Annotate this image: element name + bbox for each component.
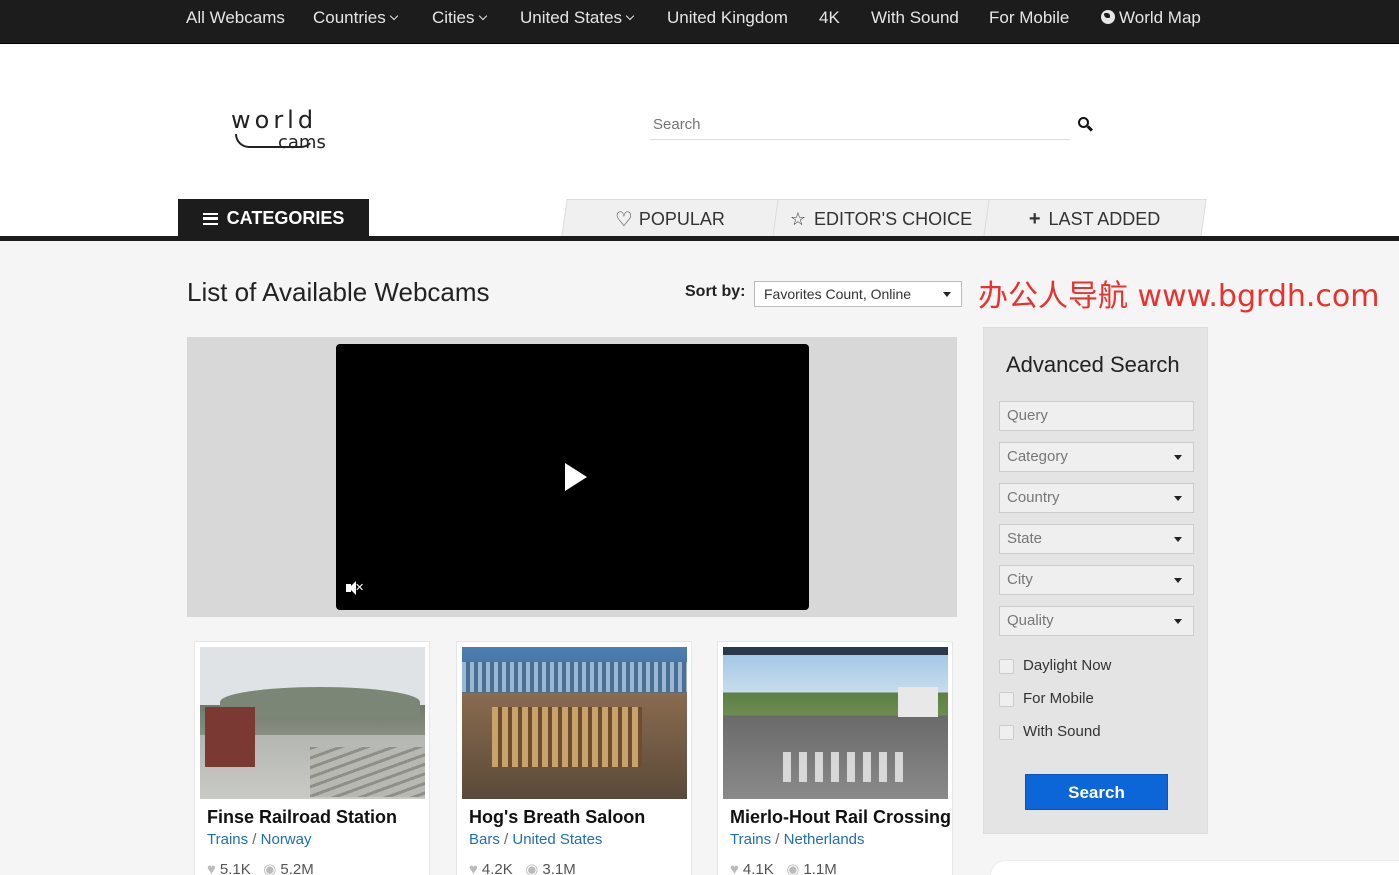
chevron-down-icon xyxy=(478,11,487,21)
advanced-search-title: Advanced Search xyxy=(1006,352,1180,377)
chevron-down-icon xyxy=(625,11,635,21)
webcam-title[interactable]: Hog's Breath Saloon xyxy=(469,807,645,828)
bottom-panel-edge xyxy=(990,860,1399,875)
state-select[interactable]: State xyxy=(999,524,1194,554)
plus-icon: + xyxy=(1029,208,1041,230)
category-link[interactable]: Bars xyxy=(469,831,500,848)
advanced-search-panel: Advanced Search Query Category Country S… xyxy=(983,327,1208,834)
sort-select[interactable]: Favorites Count, Online xyxy=(754,281,962,307)
search-bar xyxy=(650,110,1070,140)
watermark-text: 办公人导航 www.bgrdh.com xyxy=(978,279,1380,314)
webcam-stats: ♥ 4.2K ◉ 3.1M xyxy=(469,860,576,875)
chevron-down-icon xyxy=(389,11,399,21)
site-logo[interactable]: world cams xyxy=(230,100,330,156)
caret-down-icon xyxy=(1174,537,1182,542)
city-select[interactable]: City xyxy=(999,565,1194,595)
webcam-thumbnail[interactable] xyxy=(462,647,687,799)
webcam-card[interactable]: Mierlo-Hout Rail Crossing Trains / Nethe… xyxy=(717,641,953,875)
category-link[interactable]: Trains xyxy=(207,831,248,848)
menu-icon xyxy=(202,213,218,225)
category-select[interactable]: Category xyxy=(999,442,1194,472)
caret-down-icon xyxy=(1174,455,1182,460)
webcam-stats: ♥ 5.1K ◉ 5.2M xyxy=(207,860,314,875)
webcam-thumbnail[interactable] xyxy=(200,647,425,799)
nav-world-map[interactable]: World Map xyxy=(1101,0,1201,36)
query-input[interactable]: Query xyxy=(999,401,1194,431)
webcam-card[interactable]: Hog's Breath Saloon Bars / United States… xyxy=(456,641,692,875)
webcam-meta: Trains / Norway xyxy=(207,831,312,848)
tab-last-added[interactable]: + LAST ADDED xyxy=(983,199,1207,237)
sort-label: Sort by: xyxy=(685,283,746,300)
caret-down-icon xyxy=(1174,619,1182,624)
categories-button[interactable]: CATEGORIES xyxy=(178,199,369,237)
webcam-title[interactable]: Finse Railroad Station xyxy=(207,807,397,828)
play-icon[interactable] xyxy=(565,463,587,491)
star-icon: ☆ xyxy=(789,209,806,229)
quality-select[interactable]: Quality xyxy=(999,606,1194,636)
webcam-thumbnail[interactable] xyxy=(723,647,948,799)
nav-united-kingdom[interactable]: United Kingdom xyxy=(667,0,788,36)
country-link[interactable]: Norway xyxy=(261,831,312,848)
top-navigation: All Webcams Countries Cities United Stat… xyxy=(0,0,1399,44)
advanced-search-button[interactable]: Search xyxy=(1025,774,1168,810)
eye-icon: ◉ xyxy=(786,861,800,875)
tab-popular[interactable]: POPULAR xyxy=(561,199,779,237)
search-input[interactable] xyxy=(650,110,1050,138)
country-link[interactable]: United States xyxy=(512,831,602,848)
logo-text-world: world xyxy=(230,106,319,134)
page-title: List of Available Webcams xyxy=(187,277,490,307)
heart-icon: ♥ xyxy=(207,861,216,875)
eye-icon: ◉ xyxy=(525,861,539,875)
nav-all-webcams[interactable]: All Webcams xyxy=(186,0,285,36)
category-link[interactable]: Trains xyxy=(730,831,771,848)
heart-icon: ♥ xyxy=(730,861,739,875)
tab-editors-choice[interactable]: ☆ EDITOR'S CHOICE xyxy=(772,199,990,237)
heart-icon: ♥ xyxy=(469,861,478,875)
mute-icon[interactable]: ✕ xyxy=(345,580,364,596)
nav-with-sound[interactable]: With Sound xyxy=(871,0,959,36)
caret-down-icon xyxy=(943,292,951,297)
webcam-meta: Bars / United States xyxy=(469,831,603,848)
search-icon[interactable] xyxy=(1078,117,1094,132)
webcam-stats: ♥ 4.1K ◉ 1.1M xyxy=(730,860,837,875)
webcam-meta: Trains / Netherlands xyxy=(730,831,865,848)
nav-for-mobile[interactable]: For Mobile xyxy=(989,0,1069,36)
webcam-title[interactable]: Mierlo-Hout Rail Crossing xyxy=(730,807,951,828)
nav-cities[interactable]: Cities xyxy=(432,0,487,36)
webcam-card[interactable]: Finse Railroad Station Trains / Norway ♥… xyxy=(194,641,430,875)
header-divider xyxy=(0,236,1399,241)
caret-down-icon xyxy=(1174,578,1182,583)
country-link[interactable]: Netherlands xyxy=(784,831,865,848)
caret-down-icon xyxy=(1174,496,1182,501)
nav-united-states[interactable]: United States xyxy=(520,0,635,36)
country-select[interactable]: Country xyxy=(999,483,1194,513)
globe-icon xyxy=(1101,10,1115,24)
heart-icon xyxy=(615,212,631,226)
nav-4k[interactable]: 4K xyxy=(819,0,840,36)
eye-icon: ◉ xyxy=(263,861,277,875)
nav-countries[interactable]: Countries xyxy=(313,0,399,36)
logo-text-cams: cams xyxy=(278,132,326,153)
